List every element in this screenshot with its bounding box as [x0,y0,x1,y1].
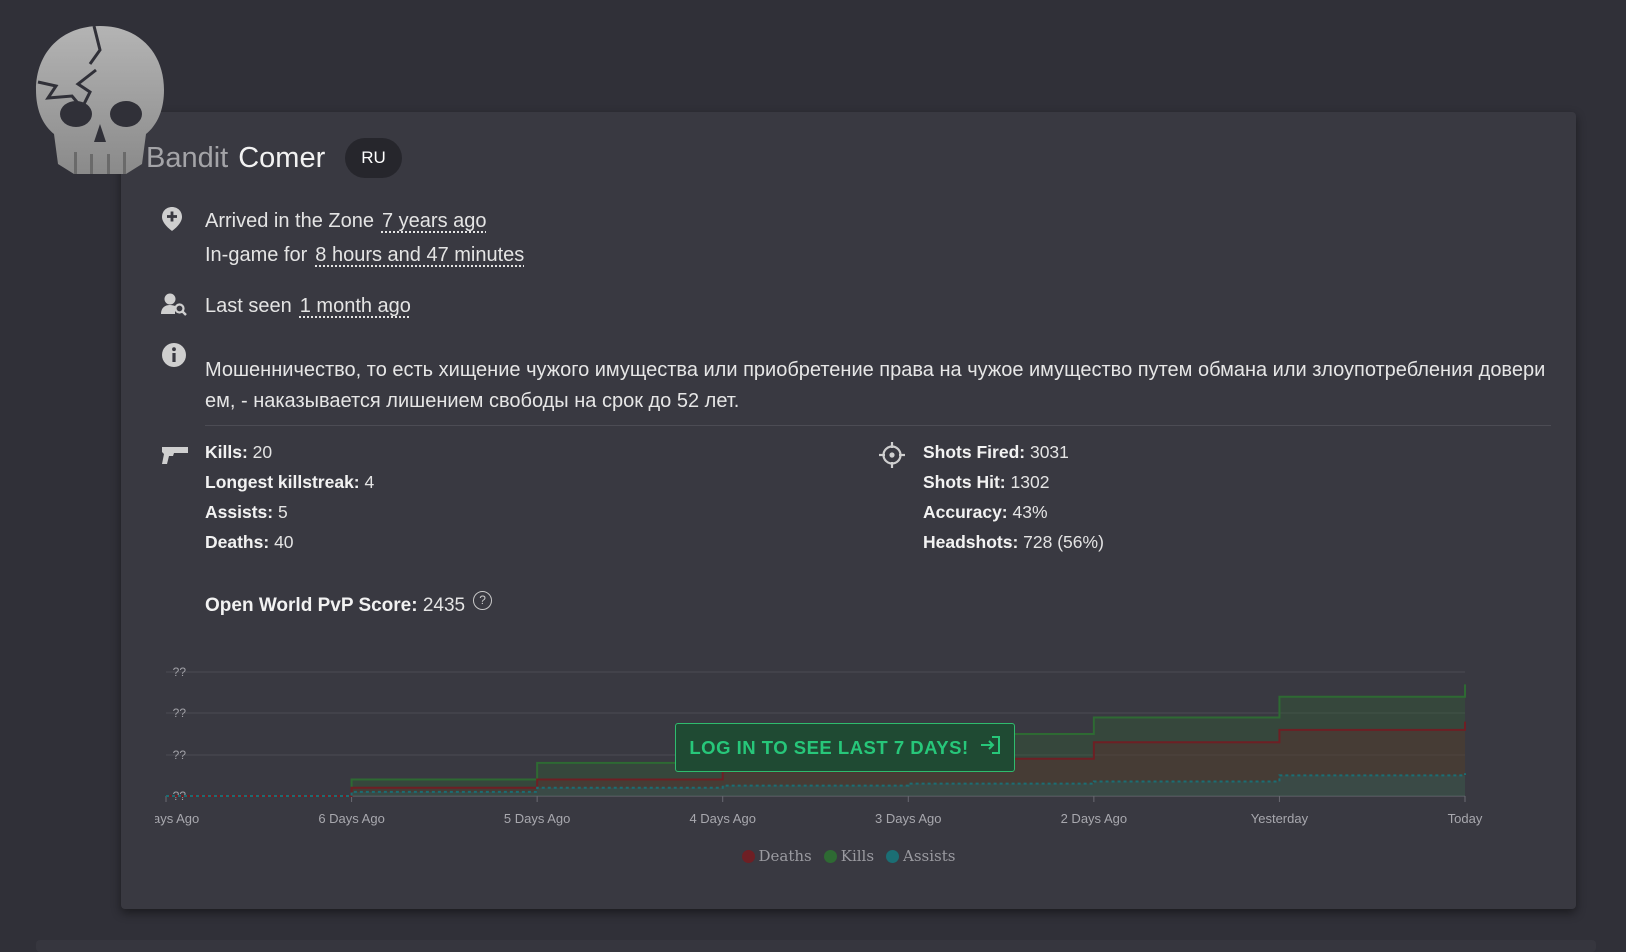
chart-legend: Deaths Kills Assists [121,847,1576,865]
lastseen-label: Last seen [205,295,292,317]
killstreak-stat: Longest killstreak: 4 [205,472,375,492]
info-icon [161,342,187,373]
x-tick-label: 6 Days Ago [318,811,385,826]
legend-label-kills: Kills [840,847,875,865]
shooting-stats: Shots Fired: 3031 Shots Hit: 1302 Accura… [923,437,1104,557]
x-tick-label: Yesterday [1251,811,1309,826]
lastseen-row: Last seen 1 month ago [205,295,411,318]
y-tick-label: ?? [173,748,187,762]
shots-fired-stat: Shots Fired: 3031 [923,442,1069,462]
player-header: Bandit Comer RU [146,138,402,178]
x-tick-label: 5 Days Ago [504,811,570,826]
login-button-label: LOG IN TO SEE LAST 7 DAYS! [689,736,969,758]
legend-label-assists: Assists [903,847,956,865]
ingame-value: 8 hours and 47 minutes [315,244,525,266]
headshots-stat: Headshots: 728 (56%) [923,532,1104,552]
pvp-score-label: Open World PvP Score: [205,595,418,616]
pistol-icon [161,445,189,470]
bandit-faction-skull-logo [34,24,166,180]
help-icon[interactable]: ? [473,590,493,610]
accuracy-stat: Accuracy: 43% [923,502,1048,522]
legend-item-kills[interactable]: Kills [823,847,875,865]
lastseen-value: 1 month ago [299,295,411,317]
x-tick-label: 2 Days Ago [1061,811,1128,826]
deaths-stat: Deaths: 40 [205,532,294,552]
legend-item-deaths[interactable]: Deaths [741,847,812,865]
ingame-label: In-game for [205,244,308,266]
legend-dot-kills [823,849,837,863]
y-tick-label: ?? [173,706,187,720]
player-name: Comer [238,141,326,174]
legend-dot-assists [886,849,900,863]
legend-item-assists[interactable]: Assists [886,847,955,865]
shots-hit-stat: Shots Hit: 1302 [923,472,1050,492]
ingame-row: In-game for 8 hours and 47 minutes [205,244,524,267]
assists-stat: Assists: 5 [205,502,288,522]
legend-dot-deaths [741,849,755,863]
login-to-see-last-7-days-button[interactable]: LOG IN TO SEE LAST 7 DAYS! [675,723,1015,772]
arrived-label: Arrived in the Zone [205,210,374,232]
pvp-score-value: 2435 [422,595,466,616]
location-pin-icon [161,206,183,237]
x-tick-label: 3 Days Ago [875,811,942,826]
legend-label-deaths: Deaths [758,847,812,865]
x-tick-label: Today [1448,811,1483,826]
region-badge: RU [345,138,402,178]
pvp-score: Open World PvP Score: 2435 ? [205,590,493,617]
x-tick-label: 4 Days Ago [689,811,756,826]
x-tick-label: 7 Days Ago [155,811,199,826]
combat-stats: Kills: 20 Longest killstreak: 4 Assists:… [205,437,374,557]
login-icon [979,735,1001,760]
crosshair-icon [879,442,905,473]
player-bio: Мошенничество, то есть хищение чужого им… [205,359,1546,412]
user-search-icon [161,292,187,321]
divider [205,425,1551,426]
next-card-edge [36,940,1596,952]
arrived-value: 7 years ago [381,210,487,232]
y-tick-label: ?? [173,665,187,679]
kills-stat: Kills: 20 [205,442,273,462]
arrived-row: Arrived in the Zone 7 years ago [205,210,487,233]
player-profile-card: Bandit Comer RU Arrived in the Zone 7 yea… [121,112,1576,909]
